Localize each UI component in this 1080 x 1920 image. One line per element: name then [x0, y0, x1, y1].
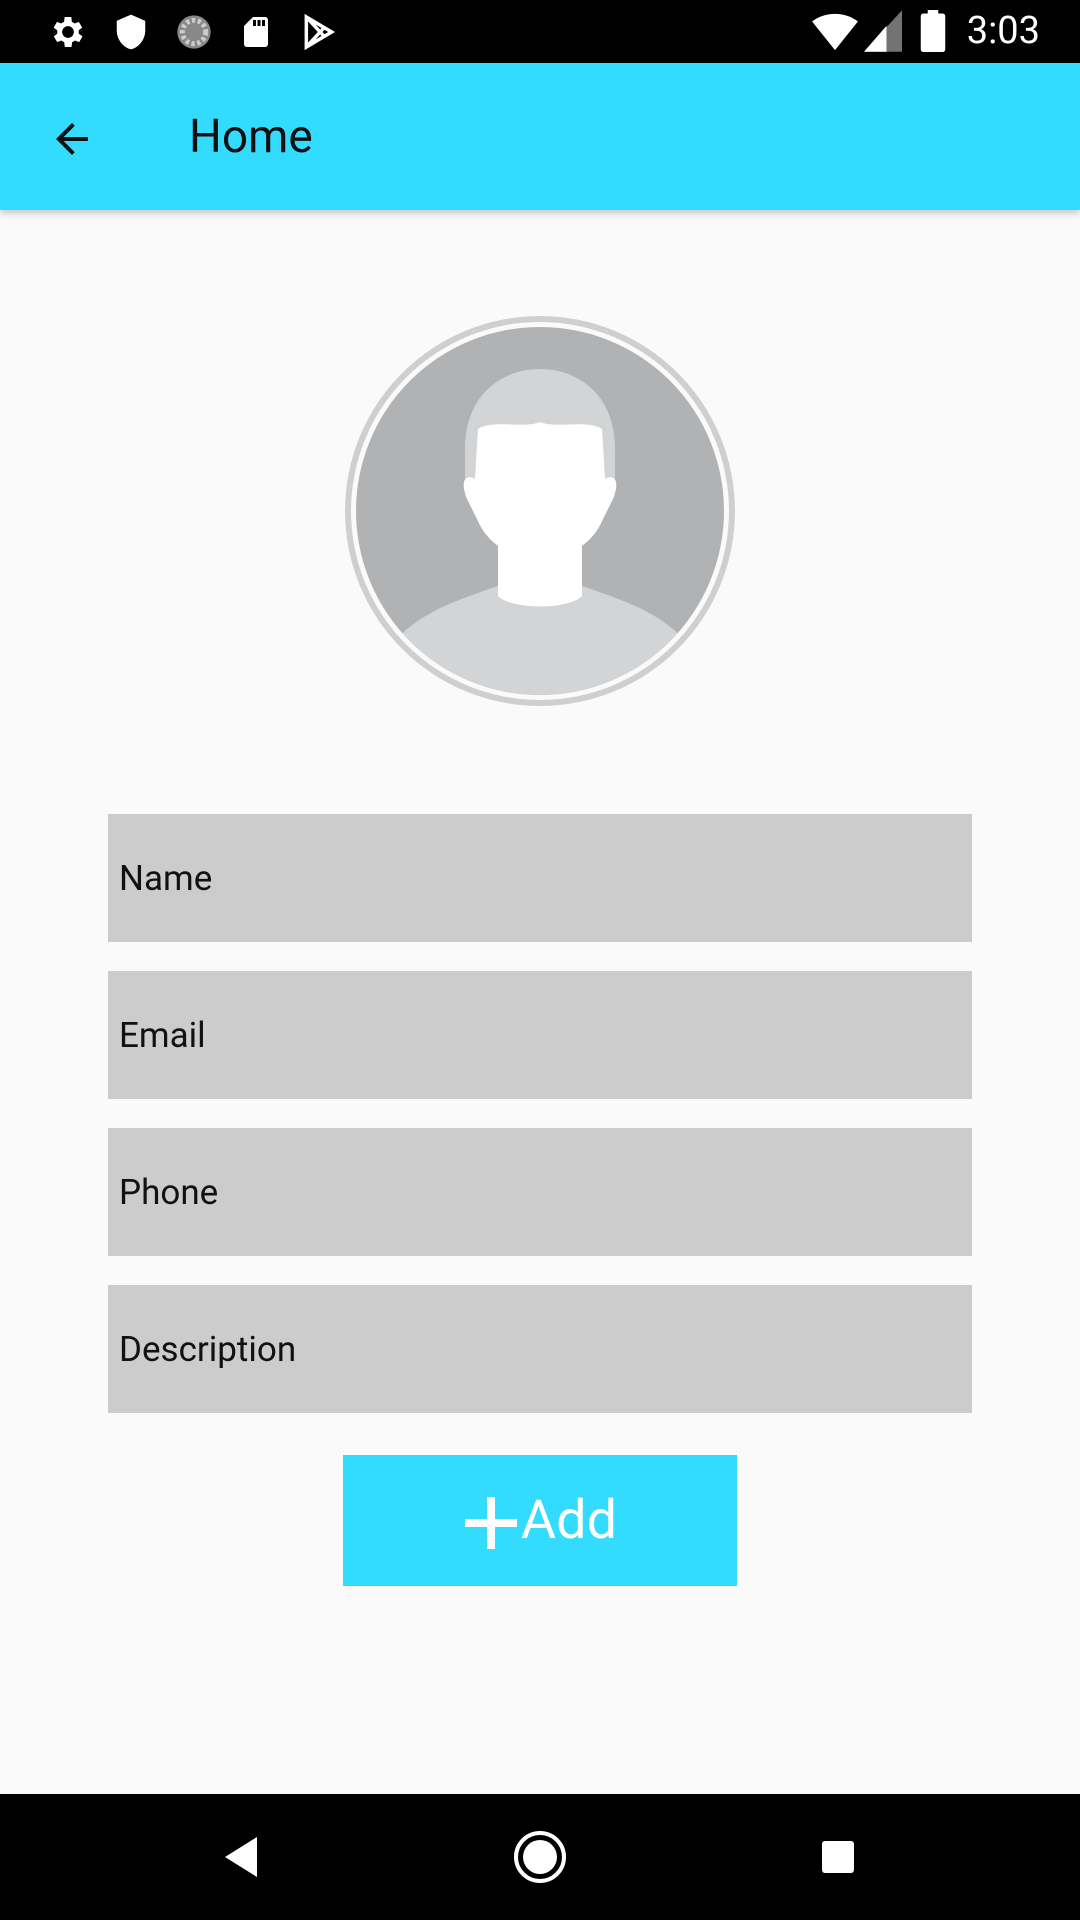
shield-icon: [116, 14, 146, 50]
sd-card-icon: [244, 17, 268, 47]
navigation-bar: [0, 1794, 1080, 1920]
name-placeholder: Name: [119, 857, 213, 899]
page-title: Home: [189, 110, 313, 164]
arrow-back-icon: [56, 123, 88, 155]
sync-icon: [177, 15, 211, 49]
description-placeholder: Description: [119, 1328, 297, 1370]
add-button-label: Add: [520, 1489, 618, 1552]
app-bar: Home: [0, 63, 1080, 210]
add-button[interactable]: Add: [343, 1455, 737, 1586]
back-triangle-icon: [225, 1837, 257, 1877]
nav-home-button[interactable]: [505, 1822, 575, 1892]
recents-square-icon: [822, 1841, 854, 1873]
name-field[interactable]: Name: [108, 814, 972, 942]
phone-field[interactable]: Phone: [108, 1128, 972, 1256]
play-store-icon: [304, 13, 336, 51]
avatar[interactable]: [343, 314, 737, 708]
nav-recents-button[interactable]: [803, 1822, 873, 1892]
nav-back-button[interactable]: [206, 1822, 276, 1892]
settings-icon: [53, 17, 83, 47]
email-field[interactable]: Email: [108, 971, 972, 1099]
status-bar: 3:03: [0, 0, 1080, 63]
default-avatar-icon: [345, 316, 735, 706]
wifi-icon: [812, 13, 858, 51]
phone-placeholder: Phone: [119, 1171, 219, 1213]
home-circle-icon: [514, 1831, 566, 1883]
battery-icon: [920, 10, 946, 52]
cell-signal-icon: [864, 10, 902, 52]
status-time: 3:03: [966, 9, 1040, 53]
back-button[interactable]: [34, 101, 110, 177]
description-field[interactable]: Description: [108, 1285, 972, 1413]
email-placeholder: Email: [119, 1014, 206, 1056]
plus-icon: [464, 1496, 517, 1549]
